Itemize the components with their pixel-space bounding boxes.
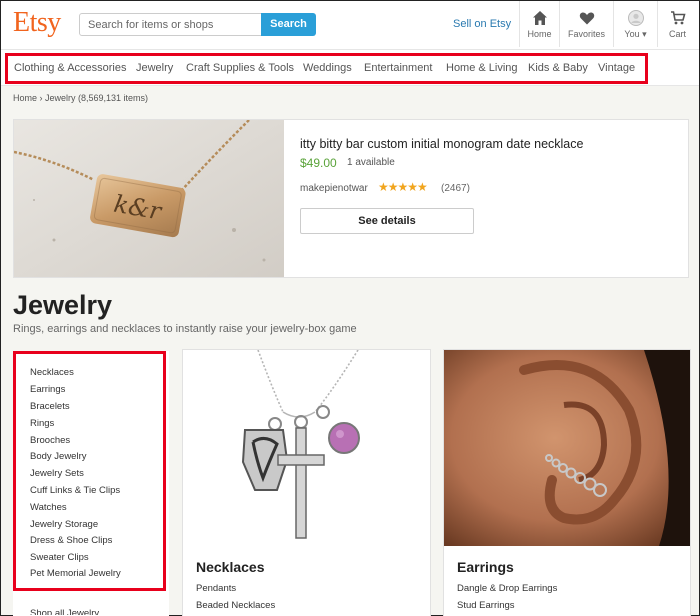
cart-nav[interactable]: Cart <box>657 1 697 47</box>
card-link-pendants[interactable]: Pendants <box>196 583 236 594</box>
earrings-card-title[interactable]: Earrings <box>457 559 514 575</box>
you-nav[interactable]: You ▾ <box>613 1 657 47</box>
search-button[interactable]: Search <box>261 13 316 36</box>
sidebar-item-sweater-clips[interactable]: Sweater Clips <box>30 552 89 563</box>
home-nav[interactable]: Home <box>519 1 559 47</box>
avatar-icon <box>627 10 644 26</box>
sidebar-item-watches[interactable]: Watches <box>30 502 67 513</box>
sidebar-item-body-jewelry[interactable]: Body Jewelry <box>30 451 87 462</box>
you-label: You ▾ <box>624 29 647 39</box>
sidebar-item-cuff-links[interactable]: Cuff Links & Tie Clips <box>30 485 120 496</box>
category-vintage[interactable]: Vintage <box>598 62 635 74</box>
etsy-logo[interactable]: Etsy <box>13 7 61 39</box>
home-label: Home <box>527 29 552 39</box>
cart-icon <box>670 11 686 25</box>
see-details-button[interactable]: See details <box>300 208 474 234</box>
necklaces-card-title[interactable]: Necklaces <box>196 559 265 575</box>
sidebar-item-bracelets[interactable]: Bracelets <box>30 401 70 412</box>
shop-all-jewelry-link[interactable]: Shop all Jewelry <box>30 608 99 615</box>
search-input[interactable] <box>79 13 262 36</box>
heart-icon <box>579 12 594 25</box>
card-link-beaded-necklaces[interactable]: Beaded Necklaces <box>196 600 275 611</box>
favorites-label: Favorites <box>567 29 605 39</box>
category-kids-baby[interactable]: Kids & Baby <box>528 62 588 74</box>
featured-price: $49.00 <box>300 156 337 170</box>
card-link-dangle-drop-earrings[interactable]: Dangle & Drop Earrings <box>457 583 557 594</box>
featured-title[interactable]: itty bitty bar custom initial monogram d… <box>300 137 583 151</box>
category-weddings[interactable]: Weddings <box>303 62 352 74</box>
earrings-image[interactable] <box>444 350 690 546</box>
sidebar-item-jewelry-sets[interactable]: Jewelry Sets <box>30 468 84 479</box>
sidebar-item-earrings[interactable]: Earrings <box>30 384 65 395</box>
category-jewelry[interactable]: Jewelry <box>136 62 173 74</box>
breadcrumb[interactable]: Home › Jewelry (8,569,131 items) <box>13 93 148 103</box>
favorites-nav[interactable]: Favorites <box>559 1 613 47</box>
sidebar-item-rings[interactable]: Rings <box>30 418 54 429</box>
page-title: Jewelry <box>13 290 113 320</box>
category-craft-supplies[interactable]: Craft Supplies & Tools <box>186 62 294 74</box>
home-icon <box>532 11 547 25</box>
rating-stars: ★★★★★ <box>378 180 428 194</box>
shop-name[interactable]: makepienotwar <box>300 183 368 194</box>
card-link-stud-earrings[interactable]: Stud Earrings <box>457 600 515 611</box>
sidebar-item-necklaces[interactable]: Necklaces <box>30 367 74 378</box>
sell-on-etsy-link[interactable]: Sell on Etsy <box>453 18 511 30</box>
cart-label: Cart <box>668 29 686 39</box>
sidebar-item-pet-memorial[interactable]: Pet Memorial Jewelry <box>30 568 121 579</box>
necklaces-image[interactable] <box>183 350 430 546</box>
featured-necklace-image[interactable]: k&r <box>14 120 284 277</box>
sidebar-item-jewelry-storage[interactable]: Jewelry Storage <box>30 519 98 530</box>
sidebar-item-dress-shoe-clips[interactable]: Dress & Shoe Clips <box>30 535 112 546</box>
category-clothing-accessories[interactable]: Clothing & Accessories <box>14 62 127 74</box>
featured-availability: 1 available <box>347 157 395 168</box>
category-home-living[interactable]: Home & Living <box>446 62 518 74</box>
sidebar-item-brooches[interactable]: Brooches <box>30 435 70 446</box>
category-entertainment[interactable]: Entertainment <box>364 62 432 74</box>
review-count: (2467) <box>441 183 470 194</box>
page-subtitle: Rings, earrings and necklaces to instant… <box>13 323 357 335</box>
